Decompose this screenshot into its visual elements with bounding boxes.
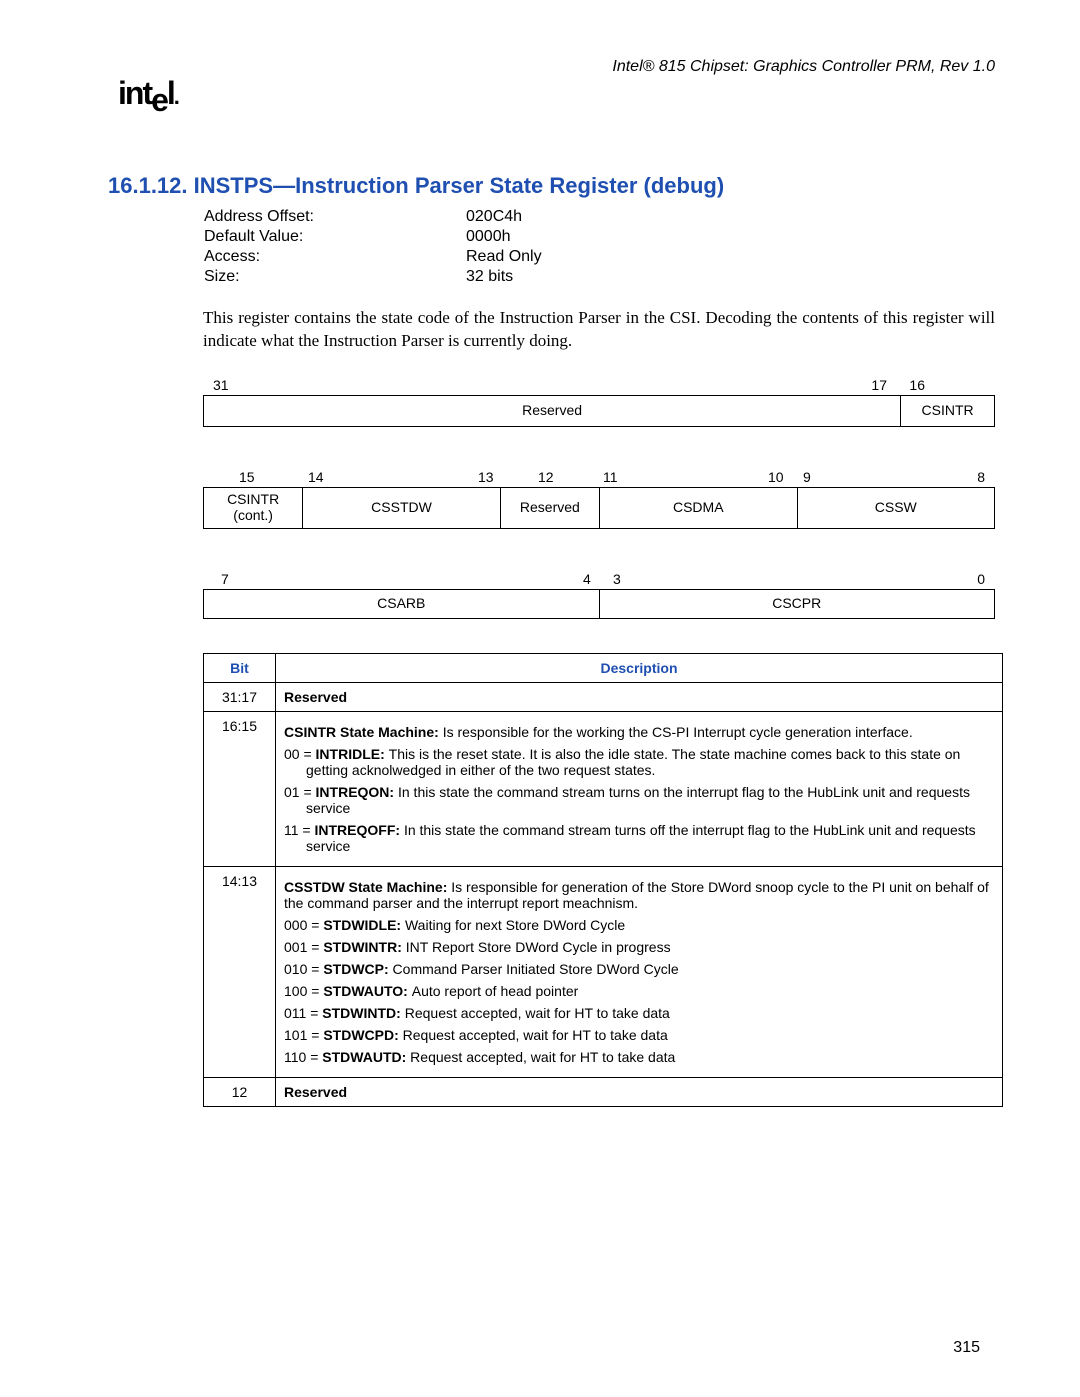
bit-index: 12 bbox=[538, 469, 554, 485]
meta-label: Size: bbox=[203, 267, 465, 287]
bit-range: 14:13 bbox=[204, 866, 276, 1077]
bit-index: 3 bbox=[613, 571, 621, 587]
bitfield-cell: CSINTR bbox=[901, 396, 994, 426]
bit-range: 31:17 bbox=[204, 682, 276, 711]
bitfield-row: CSARB CSCPR bbox=[203, 589, 995, 619]
bit-index: 10 bbox=[768, 469, 784, 485]
bitfield-cell: CSDMA bbox=[600, 488, 798, 528]
bit-index: 16 bbox=[909, 377, 925, 393]
register-description: This register contains the state code of… bbox=[203, 307, 995, 353]
meta-label: Default Value: bbox=[203, 227, 465, 247]
section-heading: 16.1.12. INSTPS—Instruction Parser State… bbox=[108, 173, 995, 199]
bit-range: 16:15 bbox=[204, 711, 276, 866]
bit-index: 9 bbox=[803, 469, 811, 485]
bit-index: 0 bbox=[977, 571, 985, 587]
bitfield-cell: CSINTR (cont.) bbox=[204, 488, 303, 528]
bit-index: 15 bbox=[239, 469, 255, 485]
meta-label: Address Offset: bbox=[203, 207, 465, 227]
bitfield-row: Reserved CSINTR bbox=[203, 395, 995, 427]
bit-index: 7 bbox=[221, 571, 229, 587]
meta-value: 32 bits bbox=[465, 267, 543, 287]
bit-description-table: Bit Description 31:17 Reserved 16:15 CSI… bbox=[203, 653, 1003, 1107]
bitfield-cell: CSSTDW bbox=[303, 488, 501, 528]
bit-desc: Reserved bbox=[276, 1077, 1003, 1106]
bit-labels-row3: 7 4 3 0 bbox=[203, 571, 995, 589]
meta-value: Read Only bbox=[465, 247, 543, 267]
bit-labels-row1: 31 17 16 bbox=[203, 377, 995, 395]
meta-value: 020C4h bbox=[465, 207, 543, 227]
bitfield-cell: CSCPR bbox=[600, 590, 995, 618]
bit-desc: CSSTDW State Machine: Is responsible for… bbox=[276, 866, 1003, 1077]
bit-index: 17 bbox=[871, 377, 887, 393]
th-desc: Description bbox=[276, 653, 1003, 682]
bit-range: 12 bbox=[204, 1077, 276, 1106]
bit-index: 8 bbox=[977, 469, 985, 485]
bit-index: 13 bbox=[478, 469, 494, 485]
doc-header: Intel® 815 Chipset: Graphics Controller … bbox=[612, 58, 995, 76]
bit-index: 14 bbox=[308, 469, 324, 485]
bit-index: 31 bbox=[213, 377, 229, 393]
meta-label: Access: bbox=[203, 247, 465, 267]
content-area: 16.1.12. INSTPS—Instruction Parser State… bbox=[108, 173, 995, 1107]
bit-labels-row2: 15 14 13 12 11 10 9 8 bbox=[203, 469, 995, 487]
bitfield-cell: Reserved bbox=[204, 396, 901, 426]
bitfield-cell: CSSW bbox=[798, 488, 995, 528]
bit-desc: CSINTR State Machine: Is responsible for… bbox=[276, 711, 1003, 866]
bitfield-cell: Reserved bbox=[501, 488, 600, 528]
page-number: 315 bbox=[953, 1339, 980, 1357]
meta-value: 0000h bbox=[465, 227, 543, 247]
register-meta-table: Address Offset:020C4h Default Value:0000… bbox=[203, 207, 543, 287]
intel-logo: intel. bbox=[118, 75, 178, 112]
bit-desc: Reserved bbox=[276, 682, 1003, 711]
th-bit: Bit bbox=[204, 653, 276, 682]
bit-index: 11 bbox=[603, 469, 618, 485]
page: Intel® 815 Chipset: Graphics Controller … bbox=[0, 0, 1080, 1397]
bitfield-row: CSINTR (cont.) CSSTDW Reserved CSDMA CSS… bbox=[203, 487, 995, 529]
bit-index: 4 bbox=[583, 571, 591, 587]
bitfield-cell: CSARB bbox=[204, 590, 600, 618]
